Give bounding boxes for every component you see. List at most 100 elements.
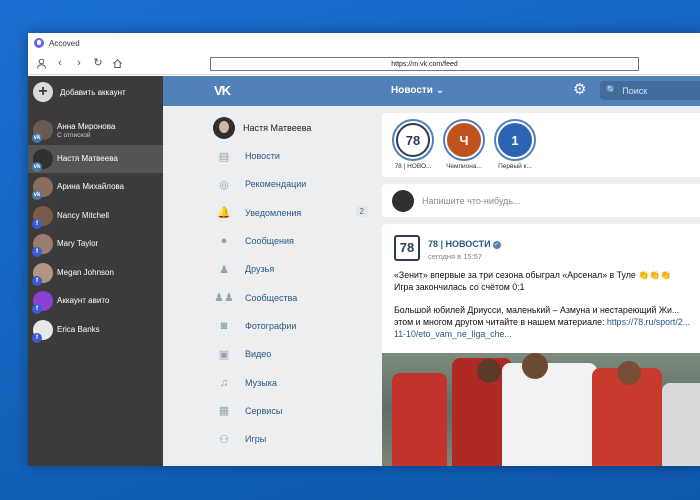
menu-label: Видео xyxy=(245,349,272,360)
section-title[interactable]: Новости ⌄ xyxy=(391,85,444,96)
menu-label: Уведомления xyxy=(245,207,302,218)
menu-item[interactable]: ♟ Друзья xyxy=(213,255,373,283)
account-item[interactable]: vk Настя Матвеева xyxy=(28,144,163,173)
post-photo[interactable] xyxy=(382,353,700,466)
story-avatar: 78 xyxy=(392,119,434,161)
menu-item[interactable]: ⚇ Игры xyxy=(213,425,373,453)
search-placeholder: Поиск xyxy=(622,85,648,96)
user-name: Настя Матвеева xyxy=(243,123,312,133)
account-list: vk Анна Миронова С отпиской vk Настя Матвеев… xyxy=(28,116,163,344)
menu-item[interactable]: ▦ Сервисы xyxy=(213,397,373,425)
menu-label: Фотографии xyxy=(245,320,297,331)
menu-item[interactable]: ▤ Новости xyxy=(213,142,373,170)
back-icon[interactable]: ‹ xyxy=(53,57,67,71)
story-item[interactable]: 1 Первый к... xyxy=(492,119,538,177)
facebook-icon: f xyxy=(32,304,42,315)
menu-label: Друзья xyxy=(245,264,275,275)
services-icon: ▦ xyxy=(218,405,230,418)
vk-header: VK Новости ⌄ ⚙ 🔍 Поиск xyxy=(163,76,700,106)
menu-label: Новости xyxy=(245,151,280,162)
account-item[interactable]: f Erica Banks xyxy=(28,316,163,345)
facebook-icon: f xyxy=(32,332,42,343)
facebook-icon: f xyxy=(32,218,42,229)
post-text-line: Игра закончилась со счётом 0:1 xyxy=(394,281,525,292)
app-window: Accoved ‹ › ↻ https://m.vk.com/feed + До… xyxy=(28,33,700,466)
account-name: Арина Михайлова xyxy=(57,182,125,192)
facebook-icon: f xyxy=(32,275,42,286)
forward-icon[interactable]: › xyxy=(72,57,86,71)
gear-icon[interactable]: ⚙ xyxy=(573,82,586,97)
profile-icon[interactable] xyxy=(34,57,48,71)
menu-item[interactable]: ◙ Фотографии xyxy=(213,312,373,340)
story-item[interactable]: Ч Чемпиона... xyxy=(441,119,487,177)
post-time[interactable]: сегодня в 15:57 xyxy=(428,252,501,261)
profile-link[interactable]: Настя Матвеева xyxy=(213,114,373,142)
account-item[interactable]: f Megan Johnson xyxy=(28,259,163,288)
menu-item[interactable]: ◎ Рекомендации xyxy=(213,170,373,198)
avatar: f xyxy=(32,319,53,343)
vk-logo[interactable]: VK xyxy=(214,83,231,98)
avatar: vk xyxy=(32,177,53,201)
stories-bar: 78 78 | НОВО... Ч Чемпиона... 1 Первый к... xyxy=(382,113,700,177)
vk-page: VK Новости ⌄ ⚙ 🔍 Поиск Настя Матвеева ▤ Н… xyxy=(163,76,700,466)
post-text-line: «Зенит» впервые за три сезона обыграл «А… xyxy=(394,270,672,280)
menu-item[interactable]: ● Сообщения xyxy=(213,227,373,255)
music-icon: ♫ xyxy=(219,376,229,389)
vk-icon: vk xyxy=(32,133,42,144)
account-item[interactable]: f Mary Taylor xyxy=(28,230,163,259)
compose-placeholder: Напишите что-нибудь... xyxy=(422,195,521,206)
menu-label: Музыка xyxy=(245,377,277,388)
account-name: Mary Taylor xyxy=(57,239,99,249)
address-bar[interactable]: https://m.vk.com/feed xyxy=(210,57,639,71)
story-item[interactable]: 78 78 | НОВО... xyxy=(390,119,436,177)
chat-icon: ● xyxy=(220,235,228,248)
home-icon[interactable] xyxy=(110,57,124,71)
window-title: Accoved xyxy=(49,38,80,48)
story-label: 78 | НОВО... xyxy=(394,163,432,170)
post-text: «Зенит» впервые за три сезона обыграл «А… xyxy=(394,270,700,340)
news-feed: 78 78 | НОВО... Ч Чемпиона... 1 Первый к... Н… xyxy=(382,113,700,466)
account-name: Nancy Mitchell xyxy=(57,210,110,220)
menu-item[interactable]: 🔔 Уведомления 2 xyxy=(213,199,373,227)
verified-icon: ✓ xyxy=(492,241,501,249)
account-name: Настя Матвеева xyxy=(57,153,118,163)
vk-icon: vk xyxy=(32,190,42,201)
feed-post: 78 78 | НОВОСТИ ✓ сегодня в 15:57 «Зенит»… xyxy=(382,224,700,466)
gamepad-icon: ⚇ xyxy=(219,433,229,446)
account-item[interactable]: vk Анна Миронова С отпиской xyxy=(28,116,163,145)
post-author-logo[interactable]: 78 xyxy=(394,234,420,261)
story-logo: Ч xyxy=(447,123,481,157)
plus-icon: + xyxy=(33,82,53,102)
account-item[interactable]: f Nancy Mitchell xyxy=(28,202,163,231)
menu-item[interactable]: ▣ Видео xyxy=(213,340,373,368)
menu-label: Сообщества xyxy=(245,292,298,303)
video-icon: ▣ xyxy=(218,348,230,361)
compass-icon: ◎ xyxy=(219,178,229,191)
account-item[interactable]: vk Арина Михайлова xyxy=(28,173,163,202)
compose-box[interactable]: Напишите что-нибудь... xyxy=(382,184,700,217)
story-avatar: Ч xyxy=(443,119,485,161)
account-item[interactable]: f Аккаунт авито xyxy=(28,287,163,316)
menu-label: Игры xyxy=(245,434,267,445)
avatar: f xyxy=(32,205,53,229)
add-account-label: Добавить аккаунт xyxy=(60,87,126,97)
account-name: Megan Johnson xyxy=(57,267,114,277)
story-label: Чемпиона... xyxy=(446,163,482,170)
post-author[interactable]: 78 | НОВОСТИ xyxy=(428,239,491,249)
menu-item[interactable]: ♟♟ Сообщества xyxy=(213,283,373,311)
menu-label: Сервисы xyxy=(245,405,283,416)
story-avatar: 1 xyxy=(494,119,536,161)
add-account-button[interactable]: + Добавить аккаунт xyxy=(28,76,163,108)
facebook-icon: f xyxy=(32,247,42,258)
story-label: Первый к... xyxy=(498,163,532,170)
account-name: Аккаунт авито xyxy=(57,296,110,306)
avatar: f xyxy=(32,262,53,286)
account-status: С отпиской xyxy=(57,131,91,139)
menu-item[interactable]: ♫ Музыка xyxy=(213,368,373,396)
reload-icon[interactable]: ↻ xyxy=(91,57,105,71)
avatar: vk xyxy=(32,120,53,144)
search-input[interactable]: 🔍 Поиск xyxy=(600,81,700,100)
accounts-sidebar: + Добавить аккаунт vk Анна Миронова С отпи… xyxy=(28,76,163,466)
notification-count-badge: 2 xyxy=(355,205,368,217)
avatar: vk xyxy=(32,148,53,172)
